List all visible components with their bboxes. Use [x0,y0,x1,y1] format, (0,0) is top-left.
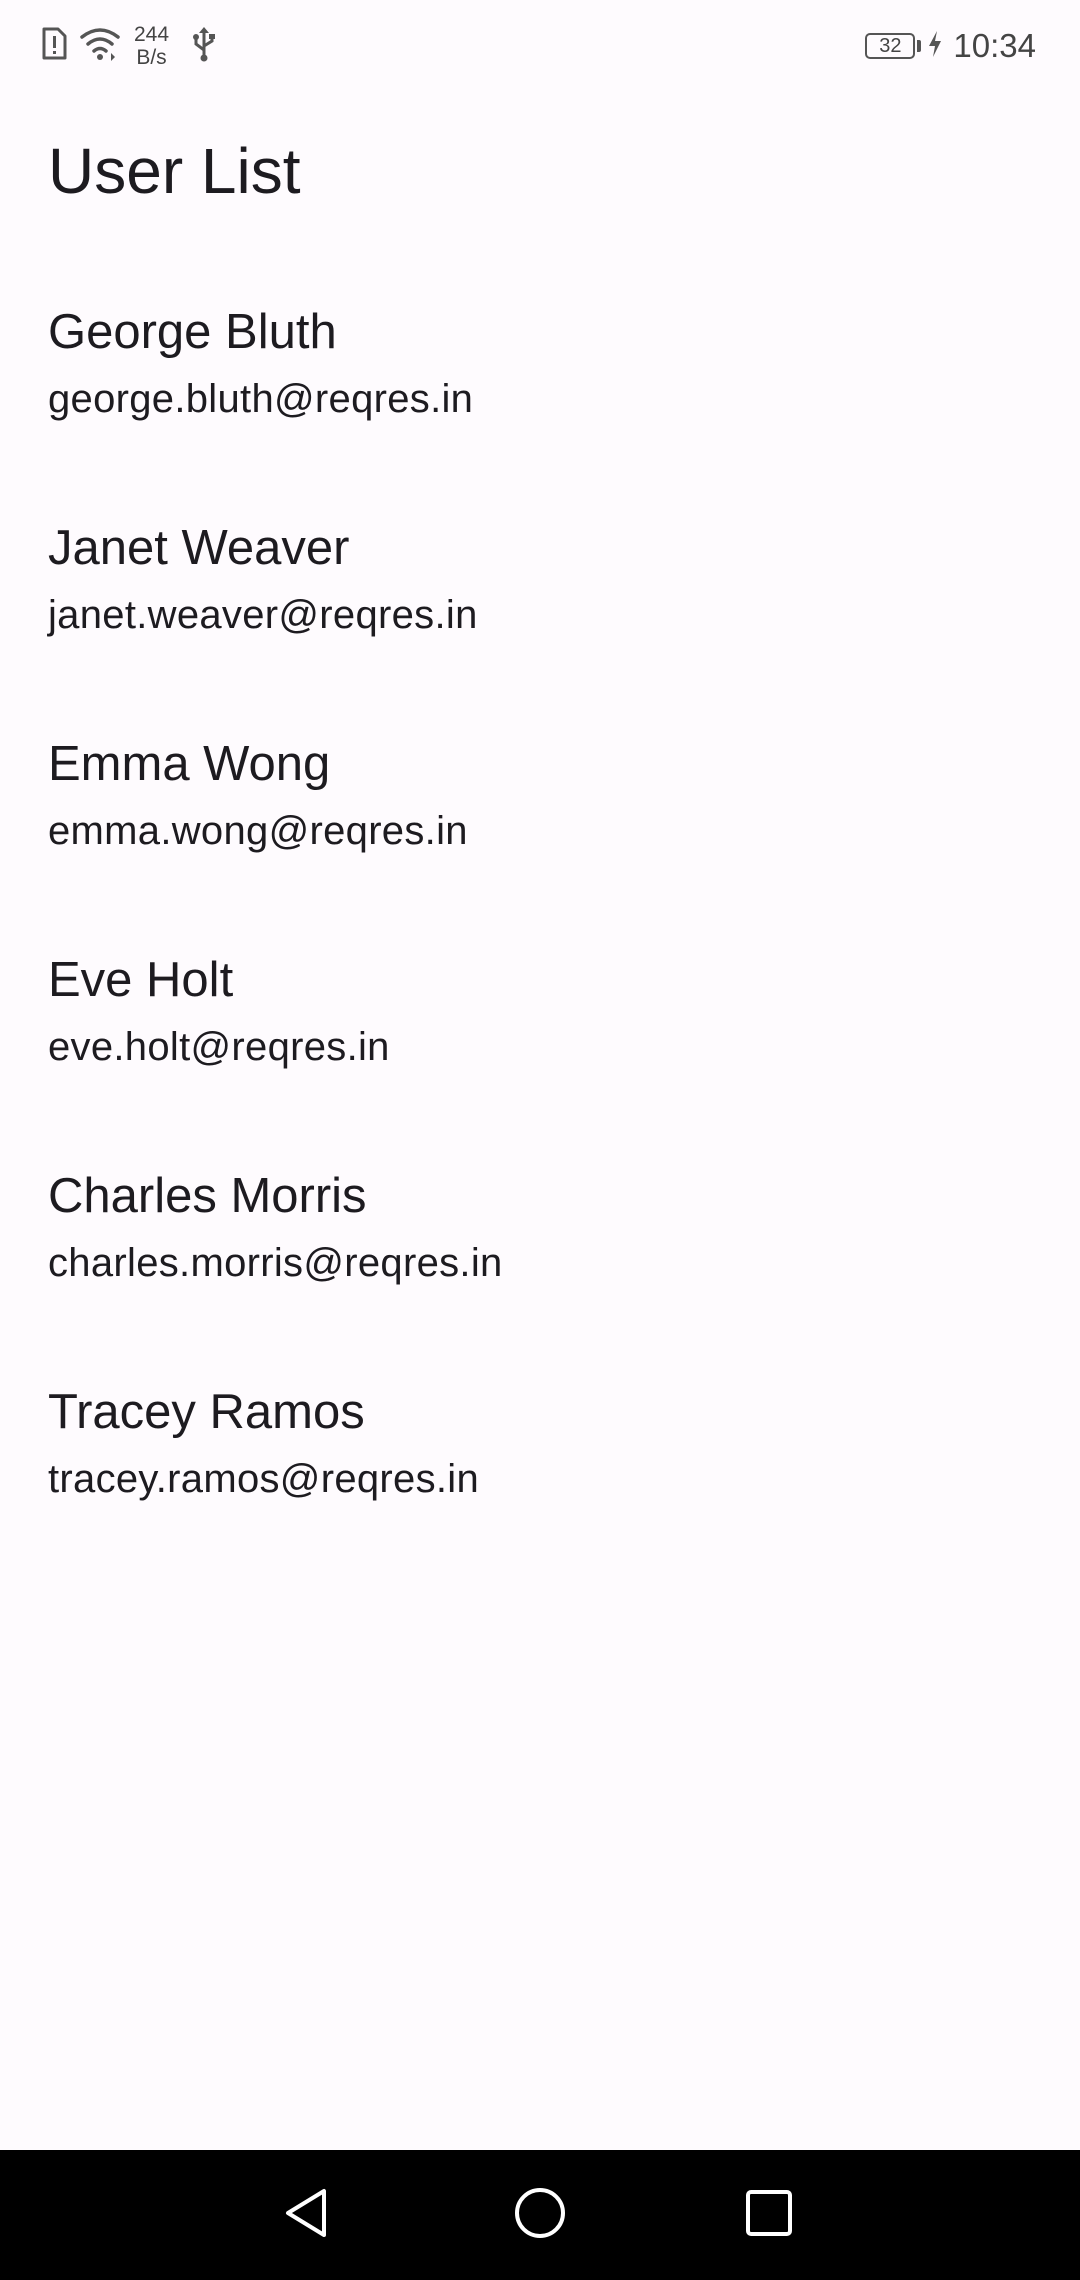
user-email: charles.morris@reqres.in [48,1241,503,1285]
wifi-icon [80,27,120,66]
user-email: eve.holt@reqres.in [48,1025,390,1069]
page-title: User List [48,135,301,207]
home-icon [512,2185,568,2246]
user-name: Eve Holt [48,953,234,1007]
status-left: 244 B/s [40,18,217,74]
screen: 244 B/s 32 10:34 User List George Bluth … [0,0,1080,2280]
user-name: Charles Morris [48,1169,367,1223]
list-item[interactable]: Janet Weaver janet.weaver@reqres.in [0,486,1080,702]
clock: 10:34 [953,27,1036,64]
user-email: janet.weaver@reqres.in [48,593,478,637]
user-list: George Bluth george.bluth@reqres.in Jane… [0,270,1080,1566]
net-speed-unit: B/s [136,46,167,69]
recents-button[interactable] [734,2180,804,2250]
recents-icon [741,2185,797,2246]
status-right: 32 10:34 [865,20,1036,72]
home-button[interactable] [505,2180,575,2250]
status-bar: 244 B/s 32 10:34 [0,0,1080,92]
sim-alert-icon [40,27,68,66]
user-email: tracey.ramos@reqres.in [48,1457,480,1501]
list-item[interactable]: Tracey Ramos tracey.ramos@reqres.in [0,1350,1080,1566]
back-button[interactable] [273,2180,343,2250]
net-speed-value: 244 [134,23,170,46]
usb-icon [191,26,217,67]
net-speed: 244 B/s [134,23,169,69]
list-item[interactable]: Emma Wong emma.wong@reqres.in [0,702,1080,918]
user-email: george.bluth@reqres.in [48,377,474,421]
battery-nub [917,40,922,52]
list-item[interactable]: Eve Holt eve.holt@reqres.in [0,918,1080,1134]
user-name: Tracey Ramos [48,1385,365,1439]
list-item[interactable]: George Bluth george.bluth@reqres.in [0,270,1080,486]
user-name: George Bluth [48,305,337,359]
battery-icon: 32 [865,33,916,59]
charging-bolt-icon [927,30,943,63]
navigation-bar [0,2150,1080,2280]
user-name: Janet Weaver [48,521,350,575]
user-name: Emma Wong [48,737,331,791]
back-icon [280,2185,336,2246]
battery-level: 32 [879,34,902,57]
list-item[interactable]: Charles Morris charles.morris@reqres.in [0,1134,1080,1350]
user-email: emma.wong@reqres.in [48,809,468,853]
